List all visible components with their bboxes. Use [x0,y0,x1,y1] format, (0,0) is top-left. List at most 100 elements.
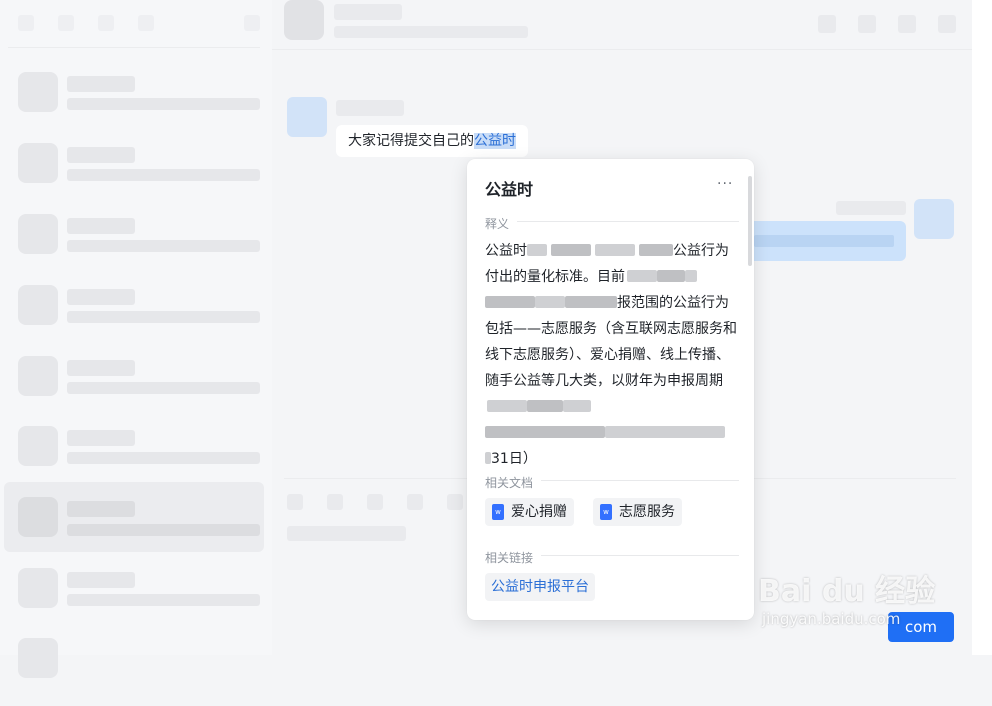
my-name-placeholder [836,201,906,215]
header-divider [272,49,972,50]
related-links-section-header: 相关链接 [485,547,739,565]
avatar [18,568,58,608]
toolbar-icon-5[interactable] [244,15,260,31]
redacted-text [627,270,657,282]
avatar [18,356,58,396]
chat-preview-placeholder [67,169,260,181]
popup-title: 公益时 [485,180,534,199]
chat-name-placeholder [67,289,135,305]
message-text-placeholder [754,235,894,247]
my-avatar[interactable] [914,199,954,239]
related-docs-section-header: 相关文档 [485,472,739,490]
doc-icon: w [492,504,504,520]
toolbar-icon-4[interactable] [138,15,154,31]
doc-title: 志愿服务 [619,504,675,520]
avatar [18,638,58,678]
header-icon-4[interactable] [938,15,956,33]
chat-list-item[interactable] [4,212,264,282]
definition-part: 公益时 [485,243,527,259]
chat-preview-placeholder [67,240,260,252]
more-options-icon[interactable]: ··· [717,177,733,191]
chat-name-placeholder [67,572,135,588]
chat-name-placeholder [67,76,135,92]
chat-preview-placeholder [67,524,260,536]
chat-name-placeholder [67,147,135,163]
chat-title-placeholder [334,4,402,20]
redacted-text [527,400,563,412]
chat-list-item[interactable] [4,636,264,706]
related-doc-chip[interactable]: w 志愿服务 [593,498,682,526]
avatar [18,285,58,325]
chat-list-item[interactable] [4,566,264,636]
related-link[interactable]: 公益时申报平台 [485,573,595,601]
redacted-text [639,244,673,256]
outgoing-message-bubble[interactable] [740,221,906,261]
chat-preview-placeholder [67,594,260,606]
toolbar-icon-3[interactable] [98,15,114,31]
header-icon-2[interactable] [858,15,876,33]
chat-preview-placeholder [67,452,260,464]
input-placeholder[interactable] [287,526,406,541]
chat-name-placeholder [67,501,135,517]
sender-name-placeholder [336,100,404,116]
toolbar-icon-1[interactable] [18,15,34,31]
redacted-text [485,296,535,308]
related-docs-label: 相关文档 [485,476,542,490]
redacted-text [685,270,697,282]
input-tool-icon-5[interactable] [447,494,463,510]
message-bubble[interactable]: 大家记得提交自己的公益时 [336,125,528,157]
doc-title: 爱心捐赠 [511,504,567,520]
avatar [18,497,58,537]
chat-preview-placeholder [67,98,260,110]
redacted-text [657,270,685,282]
send-button[interactable]: com [888,612,954,642]
chat-name-placeholder [67,360,135,376]
chat-list-item-selected[interactable] [4,482,264,552]
chat-list-item[interactable] [4,141,264,211]
redacted-text [485,426,605,438]
toolbar-icon-2[interactable] [58,15,74,31]
chat-list-sidebar [0,0,272,678]
chat-subtitle-placeholder [334,26,528,38]
chat-list-item[interactable] [4,70,264,140]
header-icon-3[interactable] [898,15,916,33]
highlighted-term[interactable]: 公益时 [474,133,516,149]
avatar [18,214,58,254]
chat-name-placeholder [67,430,135,446]
avatar [18,143,58,183]
scrollbar[interactable] [748,176,752,266]
chat-list-item[interactable] [4,283,264,353]
avatar [18,426,58,466]
avatar [18,72,58,112]
message-text: 大家记得提交自己的 [348,133,474,149]
header-icon-1[interactable] [818,15,836,33]
redacted-text [487,400,527,412]
related-doc-chip[interactable]: w 爱心捐赠 [485,498,574,526]
related-links-label: 相关链接 [485,551,542,565]
definition-part: 31日） [491,451,537,467]
input-tool-icon-4[interactable] [407,494,423,510]
definition-part: 公益 [673,243,701,259]
sender-avatar[interactable] [287,97,327,137]
definition-section-header: 释义 [485,213,739,231]
chat-preview-placeholder [67,382,260,394]
chat-name-placeholder [67,218,135,234]
definition-part: 报范围的公益行 [617,295,715,311]
chat-avatar[interactable] [284,0,324,40]
redacted-text [595,244,635,256]
definition-text: 公益时 公益行为付出的量化标准。目前 报范围的公益行为包括——志愿服务（含互联网志愿… [485,238,741,472]
input-tool-icon-3[interactable] [367,494,383,510]
redacted-text [535,296,565,308]
window-edge [972,0,992,655]
term-definition-popup: 公益时 ··· 释义 公益时 公益行为付出的量化标准。目前 报范围的公益行为包括——… [467,159,754,620]
chat-preview-placeholder [67,311,260,323]
definition-label: 释义 [485,217,518,231]
redacted-text [551,244,591,256]
chat-list-item[interactable] [4,354,264,424]
input-tool-icon-2[interactable] [327,494,343,510]
redacted-text [565,296,617,308]
divider [8,47,260,48]
redacted-text [563,400,591,412]
doc-icon: w [600,504,612,520]
input-tool-icon-1[interactable] [287,494,303,510]
